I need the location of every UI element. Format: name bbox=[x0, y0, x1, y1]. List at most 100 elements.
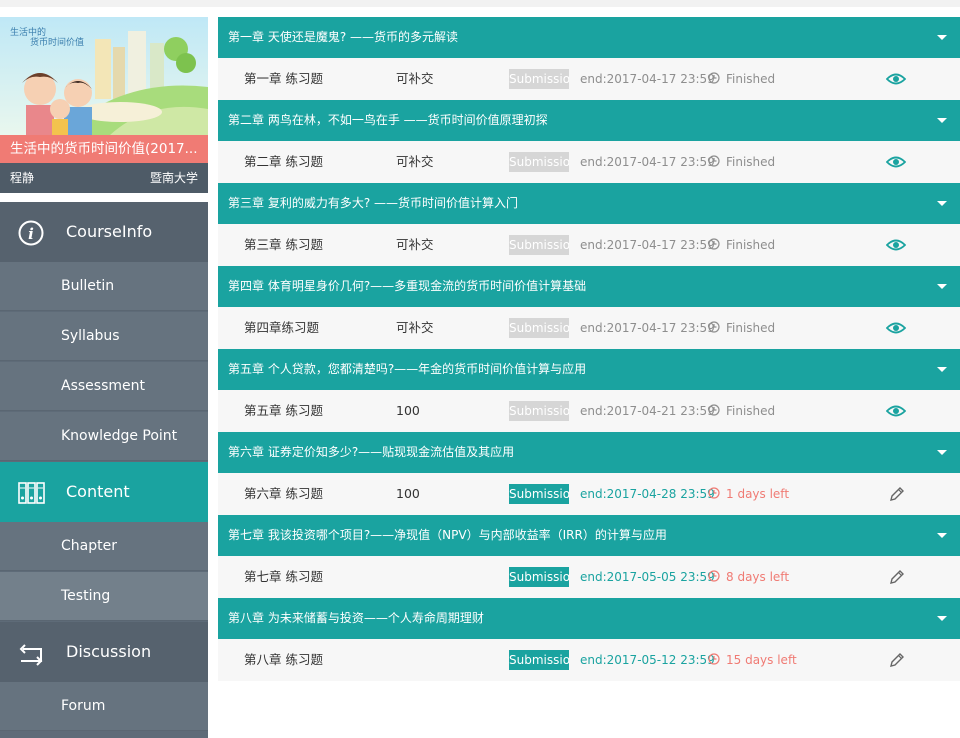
sidebar-section-label: Content bbox=[66, 482, 130, 501]
chevron-down-icon[interactable] bbox=[937, 201, 947, 206]
sidebar-item-forum[interactable]: Forum bbox=[0, 682, 208, 731]
course-title[interactable]: 生活中的货币时间价值(2017... bbox=[0, 135, 208, 163]
teacher-name: 程静 bbox=[10, 171, 35, 185]
exercise-name[interactable]: 第六章 练习题 bbox=[244, 473, 323, 515]
exercise-score: 可补交 bbox=[396, 320, 434, 335]
exercise-name[interactable]: 第二章 练习题 bbox=[244, 141, 323, 183]
chapter-title: 第四章 体育明星身价几何?——多重现金流的货币时间价值计算基础 bbox=[228, 279, 587, 293]
status-text: Finished bbox=[726, 404, 776, 418]
submission-button: Submission bbox=[509, 318, 569, 338]
sidebar-item-chapter[interactable]: Chapter bbox=[0, 522, 208, 571]
exercise-score: 可补交 bbox=[396, 237, 434, 252]
status-text: 1 days left bbox=[726, 487, 790, 501]
submission-button: Submission bbox=[509, 235, 569, 255]
chapter-header[interactable]: 第六章 证券定价知多少?——贴现现金流估值及其应用 bbox=[218, 432, 960, 473]
sidebar-section-content[interactable]: Content bbox=[0, 462, 208, 522]
deadline-text: end:2017-05-12 23:59 bbox=[580, 653, 715, 667]
chapter-header[interactable]: 第二章 两鸟在林，不如一鸟在手 ——货币时间价值原理初探 bbox=[218, 100, 960, 141]
exercise-score: 可补交 bbox=[396, 71, 434, 86]
chapter-header[interactable]: 第八章 为未来储蓄与投资——个人寿命周期理财 bbox=[218, 598, 960, 639]
sidebar-item-testing[interactable]: Testing bbox=[0, 572, 208, 621]
exercise-row: 第六章 练习题 100 Submission end:2017-04-28 23:59… bbox=[218, 473, 960, 515]
sidebar-item-assessment[interactable]: Assessment bbox=[0, 362, 208, 411]
chapter-title: 第三章 复利的威力有多大? ——货币时间价值计算入门 bbox=[228, 196, 518, 210]
status-text: Finished bbox=[726, 238, 776, 252]
status-text: 8 days left bbox=[726, 570, 790, 584]
chapter-title: 第一章 天使还是魔鬼? ——货币的多元解读 bbox=[228, 30, 458, 44]
clock-icon bbox=[708, 321, 720, 333]
eye-icon[interactable] bbox=[886, 320, 906, 336]
exercise-score: 100 bbox=[396, 486, 420, 501]
eye-icon[interactable] bbox=[886, 403, 906, 419]
exercise-score: 100 bbox=[396, 403, 420, 418]
svg-text:货币时间价值: 货币时间价值 bbox=[30, 36, 84, 48]
sidebar-gap bbox=[0, 193, 208, 202]
status-text: Finished bbox=[726, 321, 776, 335]
chapter-title: 第八章 为未来储蓄与投资——个人寿命周期理财 bbox=[228, 611, 484, 625]
deadline-text: end:2017-04-17 23:59 bbox=[580, 72, 715, 86]
chevron-down-icon[interactable] bbox=[937, 118, 947, 123]
pencil-icon[interactable] bbox=[886, 569, 906, 585]
chapter-header[interactable]: 第七章 我该投资哪个项目?——净现值（NPV）与内部收益率（IRR）的计算与应用 bbox=[218, 515, 960, 556]
sidebar: 生活中的 货币时间价值 生活中的货币时间价值(2017... 程静 暨南大学 i… bbox=[0, 17, 208, 738]
exercise-row: 第二章 练习题 可补交 Submission end:2017-04-17 23:59… bbox=[218, 141, 960, 183]
course-meta: 程静 暨南大学 bbox=[0, 163, 208, 193]
exercise-name[interactable]: 第一章 练习题 bbox=[244, 58, 323, 100]
chapter-header[interactable]: 第一章 天使还是魔鬼? ——货币的多元解读 bbox=[218, 17, 960, 58]
chapter-title: 第六章 证券定价知多少?——贴现现金流估值及其应用 bbox=[228, 445, 515, 459]
chevron-down-icon[interactable] bbox=[937, 367, 947, 372]
exercise-row: 第五章 练习题 100 Submission end:2017-04-21 23:59… bbox=[218, 390, 960, 432]
submission-button[interactable]: Submission bbox=[509, 484, 569, 504]
clock-icon bbox=[708, 238, 720, 250]
chapter-header[interactable]: 第五章 个人贷款，您都清楚吗?——年金的货币时间价值计算与应用 bbox=[218, 349, 960, 390]
chapter-title: 第七章 我该投资哪个项目?——净现值（NPV）与内部收益率（IRR）的计算与应用 bbox=[228, 528, 667, 542]
sidebar-item-syllabus[interactable]: Syllabus bbox=[0, 312, 208, 361]
chevron-down-icon[interactable] bbox=[937, 616, 947, 621]
submission-button[interactable]: Submission bbox=[509, 567, 569, 587]
eye-icon[interactable] bbox=[886, 154, 906, 170]
chapter-title: 第五章 个人贷款，您都清楚吗?——年金的货币时间价值计算与应用 bbox=[228, 362, 587, 376]
clock-icon bbox=[708, 404, 720, 416]
clock-icon bbox=[708, 570, 720, 582]
status-text: 15 days left bbox=[726, 653, 797, 667]
exercise-row: 第三章 练习题 可补交 Submission end:2017-04-17 23:59… bbox=[218, 224, 960, 266]
exercise-name[interactable]: 第七章 练习题 bbox=[244, 556, 323, 598]
status-text: Finished bbox=[726, 72, 776, 86]
pencil-icon[interactable] bbox=[886, 652, 906, 668]
sidebar-section-discussion[interactable]: Discussion bbox=[0, 622, 208, 682]
pencil-icon[interactable] bbox=[886, 486, 906, 502]
clock-icon bbox=[708, 487, 720, 499]
sidebar-item-knowledge-point[interactable]: Knowledge Point bbox=[0, 412, 208, 461]
eye-icon[interactable] bbox=[886, 71, 906, 87]
chevron-down-icon[interactable] bbox=[937, 35, 947, 40]
sidebar-section-courseinfo[interactable]: i CourseInfo bbox=[0, 202, 208, 262]
deadline-text: end:2017-04-17 23:59 bbox=[580, 238, 715, 252]
chapter-title: 第二章 两鸟在林，不如一鸟在手 ——货币时间价值原理初探 bbox=[228, 113, 548, 127]
exercise-name[interactable]: 第八章 练习题 bbox=[244, 639, 323, 681]
exercise-name[interactable]: 第五章 练习题 bbox=[244, 390, 323, 432]
clock-icon bbox=[708, 72, 720, 84]
submission-button[interactable]: Submission bbox=[509, 650, 569, 670]
exercise-name[interactable]: 第四章练习题 bbox=[244, 307, 319, 349]
binders-icon bbox=[18, 482, 45, 504]
sidebar-item-bulletin[interactable]: Bulletin bbox=[0, 262, 208, 311]
deadline-text: end:2017-04-21 23:59 bbox=[580, 404, 715, 418]
sidebar-section-label: Discussion bbox=[66, 642, 152, 661]
clock-icon bbox=[708, 155, 720, 167]
exchange-icon bbox=[19, 644, 43, 666]
info-icon: i bbox=[18, 220, 44, 246]
eye-icon[interactable] bbox=[886, 237, 906, 253]
submission-button: Submission bbox=[509, 152, 569, 172]
top-strip bbox=[0, 0, 960, 7]
exercise-name[interactable]: 第三章 练习题 bbox=[244, 224, 323, 266]
chevron-down-icon[interactable] bbox=[937, 533, 947, 538]
exercise-row: 第八章 练习题 Submission end:2017-05-12 23:59 15 … bbox=[218, 639, 960, 681]
svg-text:i: i bbox=[28, 225, 34, 243]
exercise-row: 第四章练习题 可补交 Submission end:2017-04-17 23:59 F… bbox=[218, 307, 960, 349]
chevron-down-icon[interactable] bbox=[937, 450, 947, 455]
deadline-text: end:2017-04-28 23:59 bbox=[580, 487, 715, 501]
course-banner[interactable]: 生活中的 货币时间价值 bbox=[0, 17, 208, 135]
chevron-down-icon[interactable] bbox=[937, 284, 947, 289]
chapter-header[interactable]: 第三章 复利的威力有多大? ——货币时间价值计算入门 bbox=[218, 183, 960, 224]
chapter-header[interactable]: 第四章 体育明星身价几何?——多重现金流的货币时间价值计算基础 bbox=[218, 266, 960, 307]
